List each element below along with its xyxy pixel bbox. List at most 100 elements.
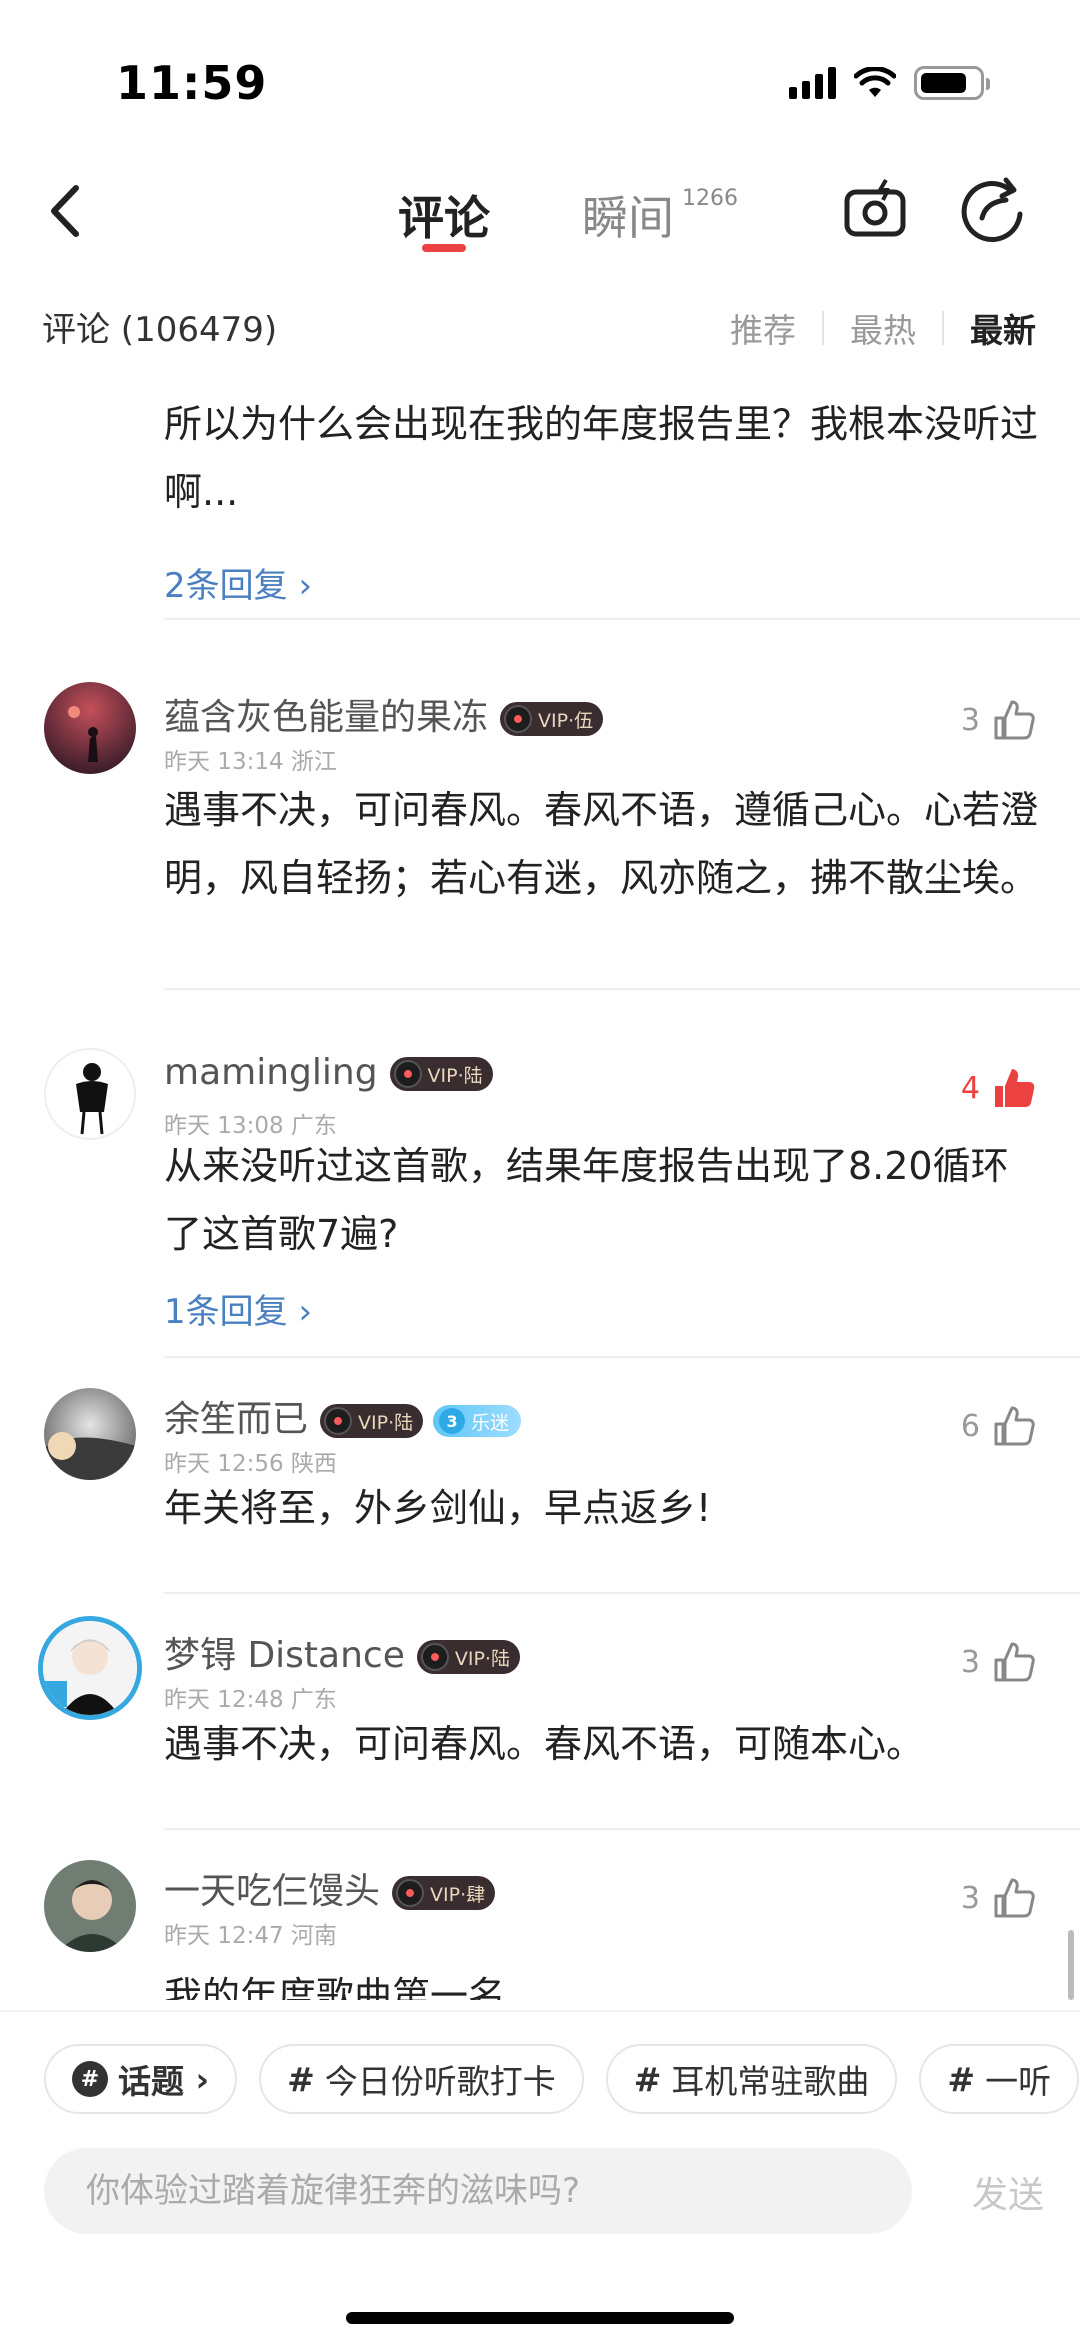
vinyl-icon bbox=[393, 1060, 422, 1088]
comments-subheader: 评论 (106479) 推荐 最热 最新 bbox=[0, 292, 1080, 358]
topic-label: 今日份听歌打卡 bbox=[324, 2062, 556, 2101]
thumbs-up-icon bbox=[994, 1642, 1035, 1682]
header-nav: 评论 瞬间 1266 bbox=[0, 160, 1080, 270]
topic-chip[interactable]: # 耳机常驻歌曲 bbox=[605, 2044, 898, 2114]
like-button[interactable]: 3 bbox=[961, 1876, 1036, 1920]
vip-label: VIP·陆 bbox=[427, 1064, 483, 1087]
share-icon[interactable] bbox=[958, 174, 1028, 244]
sort-recommended[interactable]: 推荐 bbox=[704, 304, 822, 352]
cellular-signal-icon bbox=[789, 67, 836, 99]
hashtag-icon: # bbox=[287, 2059, 315, 2099]
topic-label: 话题 bbox=[118, 2062, 184, 2101]
moments-count-badge: 1266 bbox=[682, 186, 738, 211]
comment-body: 年关将至，外乡剑仙，早点返乡! bbox=[164, 1486, 712, 1530]
sort-newest[interactable]: 最新 bbox=[944, 304, 1036, 352]
hashtag-icon: # bbox=[947, 2059, 976, 2099]
sort-options: 推荐 最热 最新 bbox=[704, 304, 1036, 352]
thumbs-up-icon bbox=[994, 1878, 1035, 1918]
back-icon[interactable] bbox=[38, 176, 98, 246]
like-count: 3 bbox=[960, 702, 980, 738]
like-button[interactable]: 3 bbox=[961, 698, 1036, 742]
comment-composer: # 话题 › # 今日份听歌打卡 # 耳机常驻歌曲 # 一听 发送 bbox=[0, 2010, 1080, 2348]
battery-icon bbox=[914, 66, 990, 100]
hashtag-icon: # bbox=[633, 2059, 662, 2099]
topic-label: 一听 bbox=[985, 2062, 1052, 2101]
status-bar: 11:59 bbox=[0, 0, 1080, 150]
comment-username[interactable]: 一天吃仨馒头 VIP·肆 bbox=[164, 1862, 496, 1914]
scrollbar[interactable] bbox=[1068, 1930, 1074, 2000]
view-replies-link[interactable]: 2条回复 › bbox=[164, 558, 312, 607]
topic-chips: # 话题 › # 今日份听歌打卡 # 耳机常驻歌曲 # 一听 bbox=[44, 2044, 1080, 2114]
reply-count-label: 2条回复 bbox=[164, 566, 288, 606]
like-button[interactable]: 3 bbox=[961, 1640, 1036, 1684]
vip-badge: VIP·肆 bbox=[392, 1876, 496, 1910]
fan-level-badge: 3 乐迷 bbox=[433, 1405, 522, 1437]
vinyl-icon bbox=[420, 1643, 449, 1671]
topic-chip-topics[interactable]: # 话题 › bbox=[44, 2044, 238, 2114]
avatar[interactable] bbox=[44, 1388, 136, 1480]
status-time: 11:59 bbox=[116, 56, 268, 110]
thumbs-up-icon bbox=[994, 1406, 1035, 1446]
username-text: 梦锝 Distance bbox=[164, 1635, 405, 1676]
chevron-right-icon: › bbox=[298, 566, 313, 606]
thumbs-up-icon bbox=[994, 700, 1035, 740]
sort-hottest[interactable]: 最热 bbox=[824, 304, 942, 352]
like-button[interactable]: 6 bbox=[961, 1404, 1036, 1448]
wifi-icon bbox=[854, 67, 896, 97]
comment-item: 蕴含灰色能量的果冻 VIP·伍 昨天 13:14 浙江 3 遇事不决，可问春风。春… bbox=[0, 620, 1080, 990]
vinyl-icon bbox=[324, 1407, 353, 1435]
active-tab-indicator bbox=[422, 244, 466, 252]
comment-item: 一天吃仨馒头 VIP·肆 昨天 12:47 河南 3 我的年度歌曲第一名 bbox=[0, 1830, 1080, 2000]
comment-body: 遇事不决，可问春风。春风不语，可随本心。 bbox=[164, 1722, 925, 1766]
comment-meta: 昨天 13:14 浙江 bbox=[164, 749, 337, 775]
chevron-right-icon: › bbox=[184, 2059, 210, 2099]
send-button[interactable]: 发送 bbox=[972, 2166, 1044, 2218]
comment-item: 余笙而已 VIP·陆 3 乐迷 昨天 12:56 陕西 6 年关将至，外乡剑仙，早点返… bbox=[0, 1358, 1080, 1594]
comment-input-row: 发送 bbox=[44, 2148, 1044, 2234]
comment-username[interactable]: 蕴含灰色能量的果冻 VIP·伍 bbox=[164, 688, 604, 740]
vip-label: VIP·陆 bbox=[454, 1647, 510, 1670]
vip-badge: VIP·陆 bbox=[320, 1404, 424, 1438]
vip-label: VIP·陆 bbox=[358, 1411, 414, 1434]
comment-username[interactable]: 梦锝 Distance VIP·陆 bbox=[164, 1626, 520, 1678]
vinyl-icon bbox=[504, 705, 533, 733]
comment-body: 所以为什么会出现在我的年度报告里？我根本没听过啊... bbox=[164, 402, 1039, 514]
username-text: mamingling bbox=[164, 1052, 378, 1093]
avatar[interactable] bbox=[44, 1048, 136, 1140]
chevron-right-icon: › bbox=[298, 1292, 313, 1332]
vip-badge: VIP·伍 bbox=[500, 702, 604, 736]
like-count: 6 bbox=[960, 1408, 980, 1444]
topic-chip[interactable]: # 今日份听歌打卡 bbox=[259, 2044, 584, 2114]
like-count: 3 bbox=[960, 1644, 980, 1680]
comment-list[interactable]: 所以为什么会出现在我的年度报告里？我根本没听过啊... 2条回复 › 蕴含灰色能… bbox=[0, 370, 1080, 2000]
comment-meta: 昨天 12:48 广东 bbox=[164, 1687, 337, 1713]
camera-icon[interactable] bbox=[842, 176, 908, 242]
avatar[interactable] bbox=[44, 1860, 136, 1952]
fan-label: 乐迷 bbox=[471, 1411, 510, 1434]
vip-label: VIP·肆 bbox=[430, 1883, 486, 1906]
hashtag-icon: # bbox=[72, 2061, 108, 2097]
comment-username[interactable]: mamingling VIP·陆 bbox=[164, 1052, 493, 1093]
topic-chip[interactable]: # 一听 bbox=[919, 2044, 1080, 2114]
like-button[interactable]: 4 bbox=[961, 1066, 1036, 1110]
comment-item: 所以为什么会出现在我的年度报告里？我根本没听过啊... 2条回复 › bbox=[0, 370, 1080, 620]
comment-input[interactable] bbox=[44, 2148, 912, 2234]
comment-body: 我的年度歌曲第一名 bbox=[164, 1974, 507, 2000]
comment-item: 梦锝 Distance VIP·陆 昨天 12:48 广东 3 遇事不决，可问春风… bbox=[0, 1594, 1080, 1830]
avatar[interactable] bbox=[44, 682, 136, 774]
tab-moments[interactable]: 瞬间 bbox=[582, 182, 674, 248]
comment-meta: 昨天 12:56 陕西 bbox=[164, 1451, 337, 1477]
username-text: 余笙而已 bbox=[164, 1399, 309, 1440]
comment-item: mamingling VIP·陆 昨天 13:08 广东 4 从来没听过这首歌，结… bbox=[0, 990, 1080, 1358]
vip-badge: VIP·陆 bbox=[389, 1057, 493, 1091]
tab-comments[interactable]: 评论 bbox=[398, 182, 490, 248]
vinyl-icon bbox=[396, 1879, 425, 1907]
reply-count-label: 1条回复 bbox=[164, 1292, 288, 1332]
home-indicator[interactable] bbox=[346, 2312, 734, 2324]
status-icons bbox=[789, 66, 990, 100]
comment-meta: 昨天 12:47 河南 bbox=[164, 1923, 337, 1949]
avatar[interactable] bbox=[38, 1616, 142, 1720]
view-replies-link[interactable]: 1条回复 › bbox=[164, 1284, 312, 1333]
like-count: 3 bbox=[960, 1880, 980, 1916]
comment-username[interactable]: 余笙而已 VIP·陆 3 乐迷 bbox=[164, 1390, 522, 1442]
